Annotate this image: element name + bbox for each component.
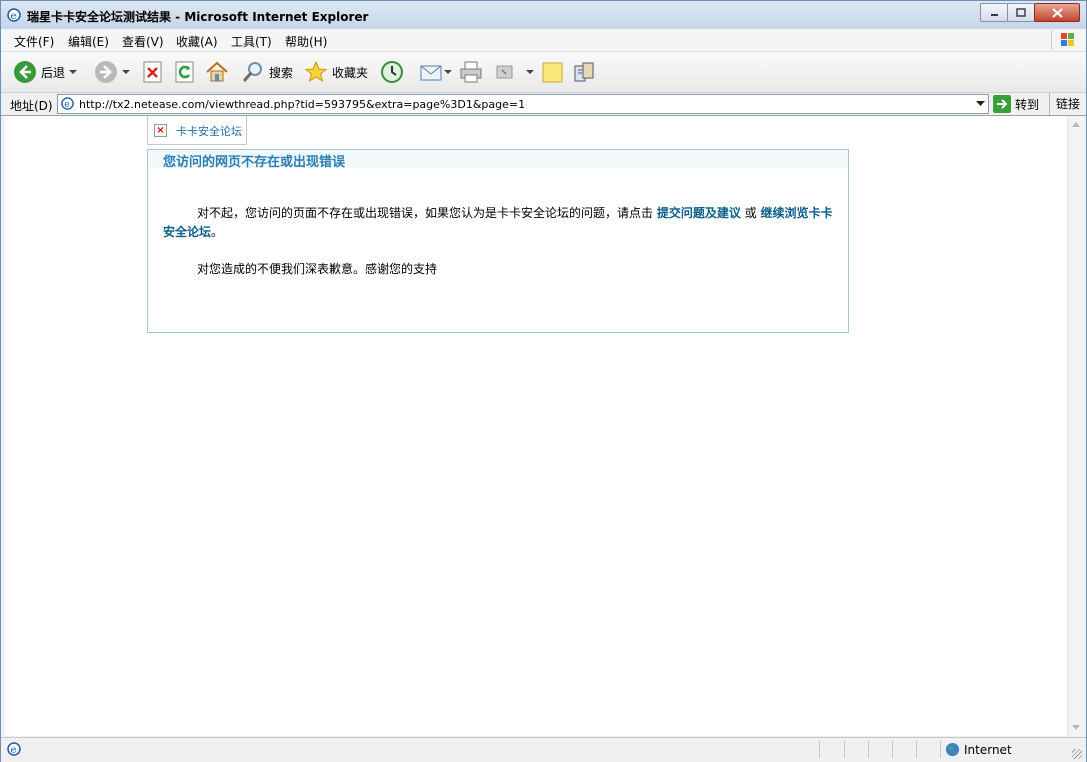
status-page-icon: e	[7, 742, 21, 759]
search-icon	[242, 62, 262, 82]
svg-text:e: e	[11, 11, 17, 22]
address-bar: 地址(D) e http://tx2.netease.com/viewthrea…	[1, 93, 1086, 116]
toolbar: 后退 搜索 收藏夹	[1, 52, 1086, 93]
forward-dropdown-icon[interactable]	[122, 70, 130, 74]
maximize-icon	[1016, 8, 1026, 17]
mail-icon	[420, 65, 442, 81]
stop-icon	[143, 61, 162, 83]
windows-logo-icon	[1051, 30, 1078, 50]
minimize-button[interactable]	[980, 3, 1008, 22]
history-icon	[381, 61, 403, 83]
forward-arrow-icon	[95, 61, 117, 83]
broken-image: × 卡卡安全论坛	[147, 116, 247, 145]
search-button[interactable]: 搜索	[241, 59, 293, 85]
favorites-button[interactable]: 收藏夹	[304, 59, 368, 85]
back-arrow-icon	[14, 61, 36, 83]
home-button[interactable]	[205, 59, 229, 85]
history-button[interactable]	[380, 59, 404, 85]
status-divider	[868, 741, 869, 758]
status-divider	[819, 741, 820, 758]
edit-button[interactable]	[496, 59, 534, 85]
maximize-button[interactable]	[1007, 3, 1035, 22]
menu-file[interactable]: 文件(F)	[14, 33, 54, 50]
messenger-button[interactable]	[572, 59, 596, 85]
address-label: 地址(D)	[10, 99, 53, 113]
sticky-note-icon	[542, 62, 563, 83]
menu-tools[interactable]: 工具(T)	[231, 33, 272, 50]
globe-icon	[945, 742, 960, 757]
security-zone[interactable]: Internet	[945, 742, 1012, 757]
menu-view[interactable]: 查看(V)	[122, 33, 164, 50]
menu-bar: 文件(F) 编辑(E) 查看(V) 收藏(A) 工具(T) 帮助(H)	[1, 29, 1086, 52]
scroll-down-icon[interactable]	[1072, 725, 1080, 730]
back-button[interactable]: 后退	[13, 59, 78, 85]
go-button[interactable]: 转到	[993, 95, 1039, 113]
scroll-up-icon[interactable]	[1072, 122, 1080, 127]
go-label: 转到	[1015, 97, 1040, 112]
title-bar[interactable]: e 瑞星卡卡安全论坛测试结果 - Microsoft Internet Expl…	[1, 1, 1086, 30]
menu-help[interactable]: 帮助(H)	[285, 33, 327, 50]
resize-grip-icon[interactable]	[1072, 749, 1082, 759]
status-bar: e Internet	[1, 737, 1086, 762]
mail-dropdown-icon[interactable]	[444, 70, 452, 74]
search-label: 搜索	[269, 65, 294, 80]
page-content: × 卡卡安全论坛 您访问的网页不存在或出现错误 对不起，您访问的页面不存在或出现…	[5, 116, 1067, 736]
minimize-icon	[990, 14, 998, 16]
address-url: http://tx2.netease.com/viewthread.php?ti…	[79, 98, 526, 111]
feedback-link[interactable]: 提交问题及建议	[657, 206, 741, 220]
links-button[interactable]: 链接	[1049, 93, 1080, 115]
address-dropdown-icon[interactable]	[972, 95, 988, 113]
apology-text: 对您造成的不便我们深表歉意。感谢您的支持	[197, 262, 438, 276]
apology-paragraph: 对您造成的不便我们深表歉意。感谢您的支持	[163, 260, 833, 279]
favorites-label: 收藏夹	[332, 65, 369, 80]
error-text: 对不起，您访问的页面不存在或出现错误，如果您认为是卡卡安全论坛的问题，请点击	[197, 206, 657, 220]
star-icon	[304, 60, 328, 83]
error-header: 您访问的网页不存在或出现错误	[148, 150, 848, 170]
period-text: 。	[211, 225, 224, 239]
menu-edit[interactable]: 编辑(E)	[68, 33, 109, 50]
error-message-box: 您访问的网页不存在或出现错误 对不起，您访问的页面不存在或出现错误，如果您认为是…	[147, 149, 849, 333]
browser-window: e 瑞星卡卡安全论坛测试结果 - Microsoft Internet Expl…	[0, 0, 1087, 762]
go-arrow-icon	[993, 95, 1011, 113]
vertical-scrollbar[interactable]	[1067, 116, 1085, 736]
status-divider	[844, 741, 845, 758]
close-icon	[1051, 7, 1063, 18]
back-dropdown-icon[interactable]	[69, 70, 78, 74]
mail-button[interactable]	[419, 59, 452, 85]
status-divider	[892, 741, 893, 758]
error-paragraph: 对不起，您访问的页面不存在或出现错误，如果您认为是卡卡安全论坛的问题，请点击 提…	[163, 204, 833, 242]
notes-button[interactable]	[541, 59, 565, 85]
broken-image-icon: ×	[154, 124, 167, 137]
messenger-icon	[574, 62, 594, 82]
refresh-icon	[175, 61, 194, 83]
stop-button[interactable]	[143, 59, 163, 85]
status-divider	[916, 741, 917, 758]
edit-dropdown-icon[interactable]	[526, 70, 534, 74]
forward-button[interactable]	[94, 59, 130, 85]
broken-image-alt: 卡卡安全论坛	[176, 125, 242, 138]
edit-icon	[496, 65, 513, 79]
status-divider	[940, 741, 941, 758]
address-input[interactable]: e http://tx2.netease.com/viewthread.php?…	[57, 94, 989, 114]
close-button[interactable]	[1034, 3, 1080, 22]
zone-label: Internet	[964, 742, 1012, 757]
menu-favorites[interactable]: 收藏(A)	[176, 33, 218, 50]
printer-icon	[460, 61, 482, 83]
page-ie-icon: e	[61, 97, 74, 113]
back-label: 后退	[41, 65, 66, 80]
or-text: 或	[740, 206, 761, 220]
ie-icon: e	[7, 8, 21, 25]
svg-text:e: e	[64, 99, 70, 110]
window-title: 瑞星卡卡安全论坛测试结果 - Microsoft Internet Explor…	[27, 10, 369, 24]
window-controls	[980, 3, 1080, 22]
error-title: 您访问的网页不存在或出现错误	[163, 155, 346, 170]
svg-text:e: e	[11, 745, 17, 756]
print-button[interactable]	[459, 59, 483, 85]
home-icon	[206, 61, 228, 82]
refresh-button[interactable]	[175, 59, 195, 85]
